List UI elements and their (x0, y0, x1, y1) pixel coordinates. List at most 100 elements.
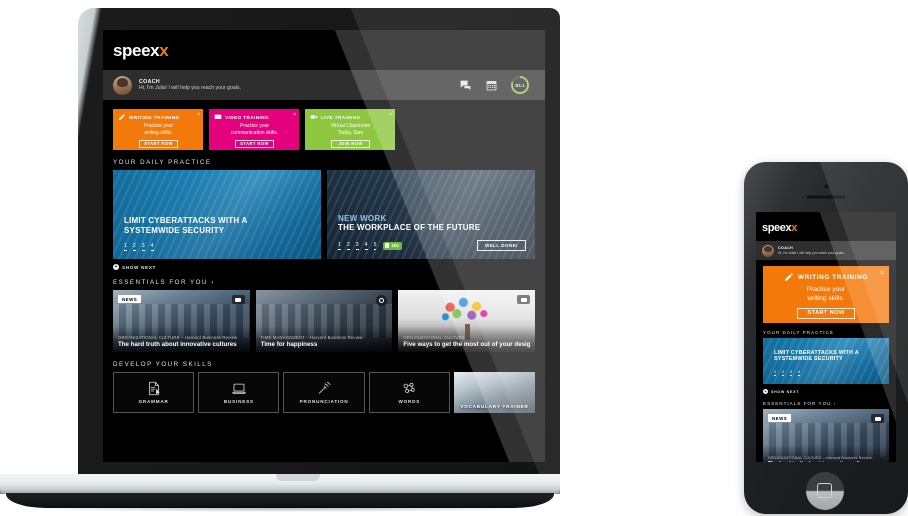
promo-subtitle-line2: Today, 9am (337, 129, 364, 136)
logo-text: speex (113, 41, 160, 60)
essentials-card[interactable]: NEWS ORGANIZATIONAL CULTURE – Harvard Bu… (113, 290, 250, 352)
promo-subtitle: Practice your writing skills. (118, 123, 199, 137)
step-indicator[interactable]: 3 (355, 242, 359, 250)
news-badge: NEWS (118, 295, 142, 303)
close-icon[interactable]: × (293, 112, 296, 118)
speexx-logo[interactable]: speexx (113, 41, 169, 61)
promo-card-video[interactable]: × VIDEO TRAINING Practice your communica… (209, 109, 299, 150)
promo-button[interactable]: START NOW (139, 139, 178, 148)
pencil-icon (119, 113, 126, 120)
step-indicator[interactable]: 1 (338, 242, 341, 250)
skills-tiles: GRAMMAR BUSINESS PRONUNCIATION WORDS VOC… (113, 372, 536, 413)
step-indicator[interactable]: 3 (141, 243, 145, 251)
essentials-card[interactable]: ORGANIZATIONAL CULTURE Five ways to get … (398, 290, 536, 352)
step-indicator[interactable]: 4 (798, 370, 800, 376)
document-pencil-icon (148, 381, 160, 396)
step-indicators: 1 2 3 4 (124, 243, 154, 251)
logo-accent: x (159, 41, 169, 60)
phone-mockup: speexx COACH Hi, I'm Julia! I will help … (744, 162, 908, 514)
practice-card-title-line2: SYSTEMWIDE SECURITY (124, 226, 225, 235)
step-indicator[interactable]: 2 (346, 242, 350, 250)
step-indicator[interactable]: 3 (790, 370, 792, 376)
app-content-mobile: × WRITING TRAINING Practice your writing… (756, 260, 896, 462)
card-text: ORGANIZATIONAL CULTURE – Harvard Busines… (118, 335, 245, 348)
phone-home-button[interactable] (806, 472, 844, 510)
practice-card-title-line1: THE WORKPLACE OF THE FUTURE (338, 223, 481, 232)
chevron-right-icon: › (211, 279, 214, 286)
skill-tile-words[interactable]: WORDS (368, 372, 450, 413)
step-indicator[interactable]: 1 (124, 243, 127, 251)
promo-header: WRITING TRAINING (118, 113, 199, 121)
chat-bubbles-icon[interactable] (459, 79, 472, 92)
coach-message: Hi, I'm Julia! I will help you reach you… (139, 85, 241, 91)
video-play-icon[interactable] (231, 295, 245, 304)
promo-cards: × WRITING TRAINING Practice your writing… (113, 109, 535, 150)
practice-card-footer: 1 2 3 4 (774, 370, 880, 376)
practice-card-cyberattacks-mobile[interactable]: LIMIT CYBERATTACKS WITH A SYSTEMWIDE SEC… (763, 338, 889, 384)
level-progress-ring[interactable]: B1.1 (511, 76, 529, 94)
well-done-button[interactable]: WELL DONE! (476, 240, 526, 251)
promo-card-writing[interactable]: × WRITING TRAINING Practice your writing… (113, 109, 203, 150)
practice-card-new-work[interactable]: NEW WORK THE WORKPLACE OF THE FUTURE 1 2… (327, 170, 535, 259)
laptop-icon (231, 383, 246, 394)
show-next-button-mobile[interactable]: + SHOW NEXT (763, 389, 889, 394)
practice-card-footer: 1 2 3 4 (124, 243, 312, 251)
promo-header: VIDEO TRAINING (214, 113, 295, 121)
section-title-daily-practice: YOUR DAILY PRACTICE (113, 159, 212, 166)
step-indicator[interactable]: 4 (364, 242, 368, 250)
skill-tile-pronunciation[interactable]: PRONUNCIATION (283, 372, 365, 413)
app-content: × WRITING TRAINING Practice your writing… (103, 100, 545, 413)
coach-bar: COACH Hi, I'm Julia! I will help you rea… (103, 70, 545, 100)
close-icon[interactable]: × (389, 112, 392, 118)
promo-card-live[interactable]: × LIVE TRAINING Virtual Classroom Today,… (305, 109, 395, 150)
promo-subtitle-line2: writing skills. (144, 129, 173, 136)
step-indicator[interactable]: 5 (373, 242, 377, 250)
card-text: ORGANIZATIONAL CULTURE Five ways to get … (403, 335, 530, 348)
card-title: The hard truth about innovative cultures (768, 461, 884, 462)
close-icon[interactable]: × (197, 112, 200, 118)
video-camera-icon (310, 115, 318, 119)
lens-glyph (379, 298, 385, 303)
card-text: ORGANIZATIONAL CULTURE – Harvard Busines… (768, 456, 884, 462)
skill-tile-vocabulary-trainer[interactable]: VOCABULARY TRAINER (453, 372, 536, 413)
essentials-card[interactable]: TIME MANAGEMENT – Harvard Business Revie… (255, 290, 393, 352)
skill-label: BUSINESS (223, 399, 254, 404)
step-indicator[interactable]: 2 (782, 370, 784, 376)
step-indicator[interactable]: 2 (132, 243, 136, 251)
video-play-icon[interactable] (517, 295, 531, 304)
laptop-screen: speexx COACH Hi, I'm Julia! I will help … (103, 30, 545, 462)
coach-actions: B1.1 (459, 76, 535, 94)
promo-subtitle: Virtual Classroom Today, 9am (310, 123, 391, 137)
coach-text: COACH Hi, I'm Julia! I will help you rea… (778, 246, 845, 255)
section-title-essentials-mobile[interactable]: ESSENTIALS FOR YOU › (763, 401, 889, 406)
app-header: speexx (103, 30, 545, 70)
news-badge: NEWS (768, 414, 792, 422)
promo-button[interactable]: START NOW (797, 307, 855, 319)
video-play-icon[interactable] (871, 414, 884, 423)
speexx-logo-mobile[interactable]: speexx (762, 222, 797, 234)
word-network-icon (403, 382, 415, 393)
promo-title: LIVE TRAINING (321, 114, 361, 120)
promo-button[interactable]: START NOW (235, 139, 274, 148)
promo-header: LIVE TRAINING (310, 113, 391, 121)
show-next-button[interactable]: + SHOW NEXT (113, 264, 535, 270)
practice-card-cyberattacks[interactable]: LIMIT CYBERATTACKS WITH A SYSTEMWIDE SEC… (113, 170, 321, 259)
calendar-icon[interactable] (485, 79, 498, 92)
practice-card-body: LIMIT CYBERATTACKS WITH A SYSTEMWIDE SEC… (774, 350, 880, 376)
close-icon[interactable]: × (880, 270, 884, 277)
promo-subtitle-line2: communication skills. (230, 129, 279, 136)
promo-subtitle: Practice your communication skills. (214, 123, 295, 137)
skill-tile-grammar[interactable]: GRAMMAR (113, 372, 195, 413)
play-glyph (874, 416, 881, 421)
home-square-icon (817, 483, 832, 498)
promo-subtitle-line1: Practice your (806, 286, 846, 293)
promo-card-writing-mobile[interactable]: × WRITING TRAINING Practice your writing… (763, 266, 889, 323)
promo-button[interactable]: JOIN NOW (331, 139, 370, 148)
section-title-essentials-label: ESSENTIALS FOR YOU (763, 401, 832, 406)
step-indicator[interactable]: 1 (774, 370, 776, 376)
step-indicator[interactable]: 4 (150, 243, 154, 251)
pencil-icon (785, 273, 793, 281)
skill-tile-business[interactable]: BUSINESS (198, 372, 280, 413)
essentials-card-mobile[interactable]: NEWS ORGANIZATIONAL CULTURE – Harvard Bu… (763, 409, 889, 462)
section-title-essentials[interactable]: ESSENTIALS FOR YOU › (113, 279, 535, 286)
